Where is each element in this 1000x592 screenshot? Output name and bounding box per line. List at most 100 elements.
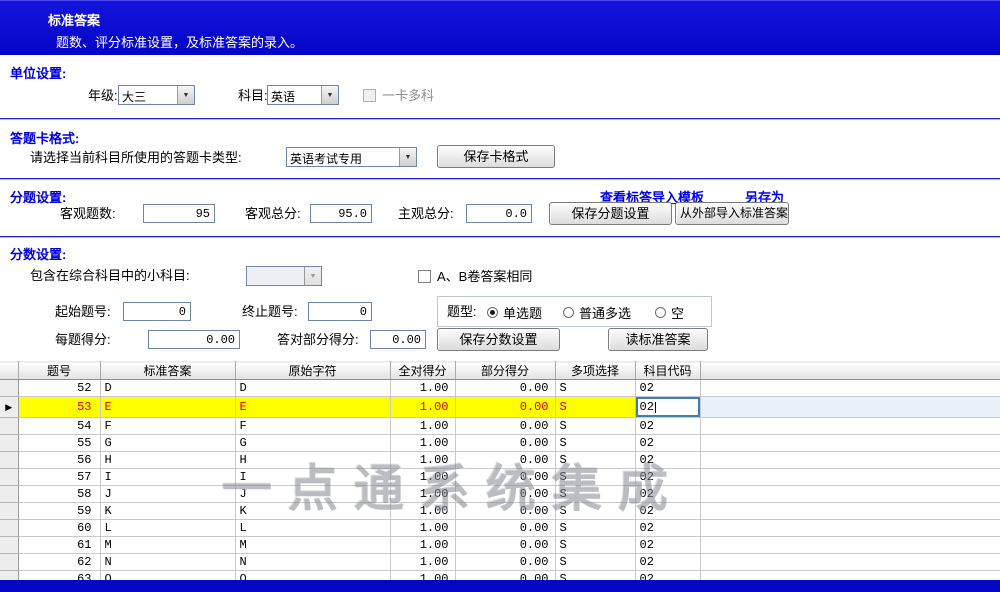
cell-raw-char[interactable]: D	[235, 380, 390, 397]
col-header-question-no[interactable]: 题号	[18, 362, 100, 380]
subject-dropdown-arrow-icon[interactable]: ▼	[321, 86, 338, 104]
cell-full-score[interactable]: 1.00	[390, 554, 455, 571]
cell-standard-answer[interactable]: H	[100, 452, 235, 469]
cell-question-no[interactable]: 60	[18, 520, 100, 537]
cell-question-no[interactable]: 57	[18, 469, 100, 486]
cell-full-score[interactable]: 1.00	[390, 537, 455, 554]
ab-same-checkbox[interactable]	[418, 270, 431, 283]
cell-raw-char[interactable]: G	[235, 435, 390, 452]
cell-raw-char[interactable]: L	[235, 520, 390, 537]
cell-full-score[interactable]: 1.00	[390, 469, 455, 486]
qtype-radio-multi[interactable]: 普通多选	[563, 302, 631, 322]
table-row[interactable]: 57 I I 1.00 0.00 S 02	[0, 469, 1000, 486]
table-row[interactable]: 62 N N 1.00 0.00 S 02	[0, 554, 1000, 571]
table-row[interactable]: 55 G G 1.00 0.00 S 02	[0, 435, 1000, 452]
cell-partial-score[interactable]: 0.00	[455, 452, 555, 469]
row-selector-cell[interactable]	[0, 520, 18, 537]
table-row[interactable]: 52 D D 1.00 0.00 S 02	[0, 380, 1000, 397]
subject-code-edit-box[interactable]: 02	[636, 397, 700, 417]
cell-full-score[interactable]: 1.00	[390, 418, 455, 435]
cell-subject-code[interactable]: 02	[635, 380, 700, 397]
cell-partial-score[interactable]: 0.00	[455, 537, 555, 554]
card-type-dropdown[interactable]: 英语考试专用 ▼	[286, 147, 417, 167]
cell-standard-answer[interactable]: M	[100, 537, 235, 554]
save-score-settings-button[interactable]: 保存分数设置	[437, 328, 560, 351]
cell-subject-code[interactable]: 02	[635, 520, 700, 537]
end-no-input[interactable]	[308, 302, 372, 321]
cell-partial-score[interactable]: 0.00	[455, 520, 555, 537]
cell-subject-code[interactable]: 02	[635, 503, 700, 520]
objective-count-input[interactable]	[143, 204, 215, 223]
cell-standard-answer[interactable]: J	[100, 486, 235, 503]
cell-question-no[interactable]: 58	[18, 486, 100, 503]
cell-question-no[interactable]: 54	[18, 418, 100, 435]
grade-dropdown-arrow-icon[interactable]: ▼	[177, 86, 194, 104]
cell-multi-select[interactable]: S	[555, 503, 635, 520]
cell-raw-char[interactable]: N	[235, 554, 390, 571]
cell-standard-answer[interactable]: E	[100, 397, 235, 418]
row-selector-cell[interactable]	[0, 418, 18, 435]
cell-subject-code[interactable]: 02	[635, 435, 700, 452]
cell-multi-select[interactable]: S	[555, 435, 635, 452]
row-selector-cell[interactable]	[0, 452, 18, 469]
row-selector-cell[interactable]	[0, 380, 18, 397]
cell-subject-code[interactable]: 02	[635, 486, 700, 503]
cell-raw-char[interactable]: J	[235, 486, 390, 503]
partial-score-input[interactable]	[370, 330, 426, 349]
cell-multi-select[interactable]: S	[555, 486, 635, 503]
save-split-settings-button[interactable]: 保存分题设置	[549, 202, 672, 225]
row-selector-cell[interactable]	[0, 486, 18, 503]
grade-dropdown[interactable]: 大三 ▼	[118, 85, 195, 105]
table-row[interactable]: 61 M M 1.00 0.00 S 02	[0, 537, 1000, 554]
cell-standard-answer[interactable]: F	[100, 418, 235, 435]
cell-standard-answer[interactable]: L	[100, 520, 235, 537]
table-row[interactable]: 59 K K 1.00 0.00 S 02	[0, 503, 1000, 520]
qtype-radio-single[interactable]: 单选题	[487, 302, 542, 322]
qtype-radio-empty[interactable]: 空	[655, 302, 684, 322]
cell-standard-answer[interactable]: N	[100, 554, 235, 571]
cell-multi-select[interactable]: S	[555, 554, 635, 571]
cell-raw-char[interactable]: I	[235, 469, 390, 486]
start-no-input[interactable]	[123, 302, 191, 321]
cell-raw-char[interactable]: H	[235, 452, 390, 469]
col-header-multi-select[interactable]: 多项选择	[555, 362, 635, 380]
row-selector-cell[interactable]: ▶	[0, 397, 18, 418]
cell-standard-answer[interactable]: K	[100, 503, 235, 520]
cell-multi-select[interactable]: S	[555, 418, 635, 435]
cell-multi-select[interactable]: S	[555, 520, 635, 537]
cell-partial-score[interactable]: 0.00	[455, 397, 555, 418]
table-row[interactable]: 60 L L 1.00 0.00 S 02	[0, 520, 1000, 537]
col-header-subject-code[interactable]: 科目代码	[635, 362, 700, 380]
col-header-raw-char[interactable]: 原始字符	[235, 362, 390, 380]
cell-partial-score[interactable]: 0.00	[455, 418, 555, 435]
cell-question-no[interactable]: 59	[18, 503, 100, 520]
cell-subject-code[interactable]: 02	[635, 554, 700, 571]
cell-full-score[interactable]: 1.00	[390, 435, 455, 452]
cell-question-no[interactable]: 55	[18, 435, 100, 452]
cell-partial-score[interactable]: 0.00	[455, 503, 555, 520]
col-header-partial-score[interactable]: 部分得分	[455, 362, 555, 380]
table-row[interactable]: 54 F F 1.00 0.00 S 02	[0, 418, 1000, 435]
cell-full-score[interactable]: 1.00	[390, 380, 455, 397]
cell-multi-select[interactable]: S	[555, 452, 635, 469]
cell-standard-answer[interactable]: D	[100, 380, 235, 397]
table-row[interactable]: ▶ 53 E E 1.00 0.00 S 02	[0, 397, 1000, 418]
cell-multi-select[interactable]: S	[555, 397, 635, 418]
cell-raw-char[interactable]: K	[235, 503, 390, 520]
cell-subject-code[interactable]: 02	[635, 537, 700, 554]
cell-standard-answer[interactable]: I	[100, 469, 235, 486]
card-type-dropdown-arrow-icon[interactable]: ▼	[399, 148, 416, 166]
cell-partial-score[interactable]: 0.00	[455, 435, 555, 452]
row-selector-cell[interactable]	[0, 469, 18, 486]
cell-full-score[interactable]: 1.00	[390, 486, 455, 503]
subjective-total-input[interactable]	[466, 204, 532, 223]
cell-question-no[interactable]: 56	[18, 452, 100, 469]
cell-partial-score[interactable]: 0.00	[455, 380, 555, 397]
subject-dropdown[interactable]: 英语 ▼	[267, 85, 339, 105]
cell-partial-score[interactable]: 0.00	[455, 469, 555, 486]
row-selector-cell[interactable]	[0, 503, 18, 520]
cell-subject-code[interactable]: 02	[635, 418, 700, 435]
col-header-full-score[interactable]: 全对得分	[390, 362, 455, 380]
objective-total-input[interactable]	[310, 204, 372, 223]
cell-standard-answer[interactable]: G	[100, 435, 235, 452]
